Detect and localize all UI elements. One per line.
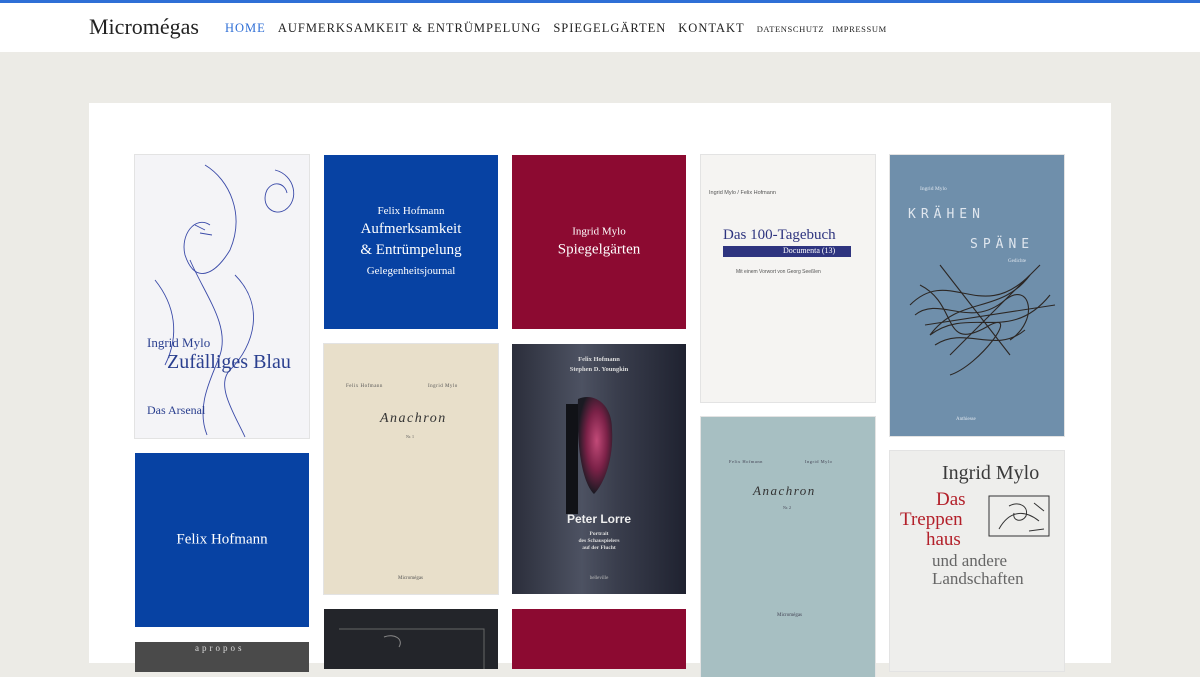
tagebuch-authors: Ingrid Mylo / Felix Hofmann: [709, 190, 776, 196]
staircase-drawing-icon: [988, 495, 1050, 537]
lorre-author2: Stephen D. Youngkin: [569, 366, 629, 373]
lorre-title: Peter Lorre: [566, 512, 632, 526]
zb-title: Zufälliges Blau: [167, 351, 291, 373]
main-nav: HOME AUFMERKSAMKEIT & ENTRÜMPELUNG SPIEG…: [225, 21, 895, 36]
kraehen-title1: KRÄHEN: [908, 207, 985, 222]
lorre-sub2: des Schauspielers: [578, 538, 620, 544]
lorre-author1: Felix Hofmann: [578, 356, 620, 363]
kraehen-author: Ingrid Mylo: [920, 186, 947, 192]
book-treppenhaus[interactable]: Ingrid Mylo Das Treppen haus und andere …: [890, 451, 1064, 671]
ink-scribble-icon: [909, 264, 1056, 376]
book-dark-cover[interactable]: [324, 609, 498, 669]
kraehen-genre: Gedichte: [1008, 259, 1027, 264]
treppen-title3: haus: [926, 529, 961, 550]
book-apropos[interactable]: apropos: [135, 642, 309, 672]
book-kraehen-spaene[interactable]: Ingrid Mylo KRÄHEN SPÄNE Gedichte Anthie…: [890, 155, 1064, 436]
treppen-title2: Treppen: [900, 509, 963, 530]
spiegel-title: Spiegelgärten: [557, 241, 641, 258]
anachron2-left: Felix Hofmann: [729, 459, 763, 464]
anachron1-nr: Nr. 1: [406, 434, 414, 439]
tile-red-lower[interactable]: [512, 609, 686, 669]
apropos-title: apropos: [195, 643, 245, 653]
anachron1-right: Ingrid Mylo: [428, 384, 458, 389]
tagebuch-note: Mit einem Vorwort von Georg Seeßlen: [736, 269, 821, 275]
site-header: Micromégas HOME AUFMERKSAMKEIT & ENTRÜMP…: [0, 3, 1200, 52]
treppen-sub1: und andere: [932, 551, 1008, 570]
book-peter-lorre[interactable]: Felix Hofmann Stephen D. Youngkin Peter …: [512, 344, 686, 594]
nav-impressum[interactable]: IMPRESSUM: [832, 24, 887, 34]
aufmerk-title-line1: Aufmerksamkeit: [360, 221, 462, 237]
felix-hofmann-label: Felix Hofmann: [176, 531, 268, 548]
kraehen-publisher: Anthiesse: [956, 417, 976, 422]
book-100-tagebuch[interactable]: Ingrid Mylo / Felix Hofmann Das 100-Tage…: [701, 155, 875, 402]
sketch-figure-icon: [154, 164, 295, 438]
kraehen-title2: SPÄNE: [970, 237, 1035, 252]
lorre-sub1: Portrait: [589, 531, 609, 537]
zb-author: Ingrid Mylo: [147, 335, 211, 350]
anachron1-left: Felix Hofmann: [346, 384, 383, 389]
site-logo[interactable]: Micromégas: [89, 14, 199, 40]
nav-home[interactable]: HOME: [225, 21, 266, 36]
anachron1-publisher: Micromégas: [398, 576, 423, 581]
tile-spiegelgaerten[interactable]: Ingrid Mylo Spiegelgärten: [512, 155, 686, 329]
book-anachron-1[interactable]: Felix Hofmann Ingrid Mylo Anachron Nr. 1…: [324, 344, 498, 594]
nav-aufmerksamkeit[interactable]: AUFMERKSAMKEIT & ENTRÜMPELUNG: [278, 21, 542, 36]
book-zufaelliges-blau[interactable]: Ingrid Mylo Zufälliges Blau Das Arsenal: [135, 155, 309, 438]
lorre-sub3: auf der Flucht: [582, 545, 616, 551]
nav-spiegelgaerten[interactable]: SPIEGELGÄRTEN: [553, 21, 666, 36]
treppen-author: Ingrid Mylo: [942, 462, 1040, 484]
aufmerk-title-line2: & Entrümpelung: [360, 242, 462, 258]
tile-aufmerksamkeit[interactable]: Felix Hofmann Aufmerksamkeit & Entrümpel…: [324, 155, 498, 329]
tile-felix-hofmann[interactable]: Felix Hofmann: [135, 453, 309, 627]
spiegel-author: Ingrid Mylo: [572, 225, 626, 238]
aufmerk-subtitle: Gelegenheitsjournal: [366, 265, 456, 277]
book-anachron-2[interactable]: Felix Hofmann Ingrid Mylo Anachron Nr. 2…: [701, 417, 875, 677]
anachron2-nr: Nr. 2: [783, 505, 791, 510]
dark-cover-art-icon: [339, 628, 485, 669]
treppen-sub2: Landschaften: [932, 569, 1024, 588]
treppen-title1: Das: [936, 489, 966, 510]
anachron2-title: Anachron: [753, 483, 816, 498]
zb-publisher: Das Arsenal: [147, 403, 206, 417]
anachron1-title: Anachron: [380, 411, 447, 426]
lorre-portrait-icon: [566, 397, 613, 514]
nav-kontakt[interactable]: KONTAKT: [678, 21, 744, 36]
aufmerk-author: Felix Hofmann: [377, 205, 445, 217]
tagebuch-band: Documenta (13): [783, 246, 836, 255]
nav-datenschutz[interactable]: DATENSCHUTZ: [757, 24, 825, 34]
anachron2-right: Ingrid Mylo: [805, 459, 833, 464]
lorre-publisher: belleville: [589, 576, 609, 581]
anachron2-publisher: Micromégas: [777, 613, 802, 618]
tagebuch-title: Das 100-Tagebuch: [723, 227, 836, 243]
